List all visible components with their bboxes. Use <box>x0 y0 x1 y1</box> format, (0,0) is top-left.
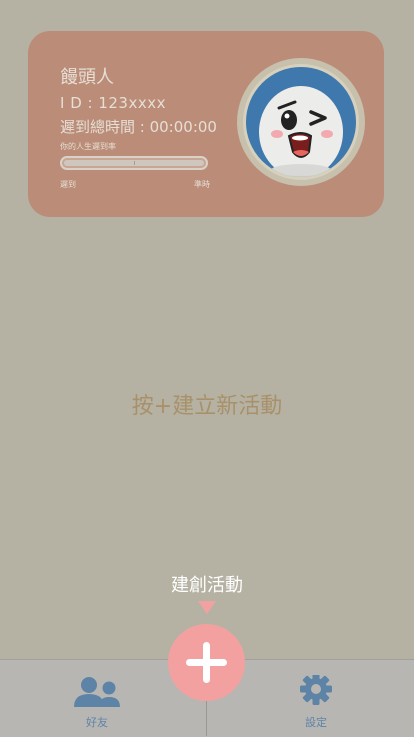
empty-activity-hint: 按+建立新活動 <box>131 394 283 419</box>
profile-name: 饅頭人 <box>60 67 114 88</box>
tab-friends-label: 好友 <box>86 716 108 729</box>
bar-late-label: 遲到 <box>60 180 76 189</box>
create-activity-button[interactable] <box>168 624 245 701</box>
tab-settings[interactable]: 設定 <box>256 660 376 737</box>
avatar-character-icon <box>243 64 359 180</box>
plus-icon-vertical <box>203 642 210 683</box>
profile-id: I D : 123xxxx <box>60 94 166 112</box>
profile-card: 饅頭人 I D : 123xxxx 遲到總時間 : 00:00:00 你的人生遲… <box>28 31 384 217</box>
bar-ontime-label: 準時 <box>194 180 210 189</box>
late-total-time: 遲到總時間 : 00:00:00 <box>60 118 217 136</box>
tab-friends[interactable]: 好友 <box>37 660 157 737</box>
tooltip-arrow-icon <box>198 601 216 614</box>
create-activity-tooltip: 建創活動 <box>171 575 243 596</box>
late-rate-marker <box>134 161 135 165</box>
avatar[interactable] <box>237 58 365 186</box>
tab-settings-label: 設定 <box>305 716 327 729</box>
people-icon <box>37 675 157 711</box>
gear-icon <box>256 673 376 711</box>
late-rate-track <box>64 160 204 166</box>
late-rate-bar <box>60 156 208 170</box>
late-rate-label: 你的人生遲到率 <box>60 142 116 151</box>
